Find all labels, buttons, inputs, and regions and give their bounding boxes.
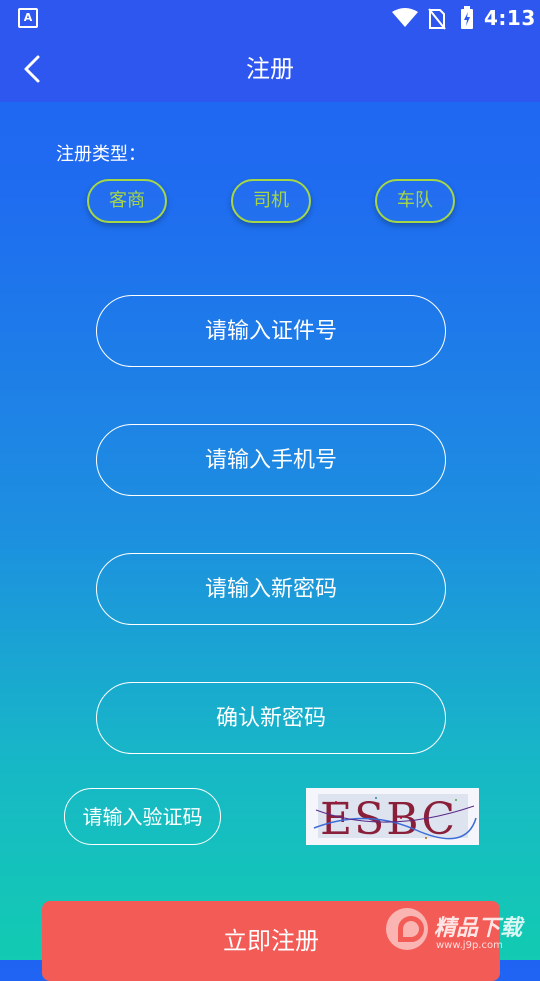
battery-charging-icon — [461, 6, 473, 29]
page-title: 注册 — [246, 55, 294, 83]
captcha-image[interactable]: ESBC — [306, 788, 479, 845]
new-password-input[interactable] — [96, 553, 446, 625]
watermark: 精品下载 www.j9p.com — [386, 902, 538, 958]
type-option-merchant[interactable]: 客商 — [87, 179, 167, 223]
type-option-fleet[interactable]: 车队 — [375, 179, 455, 223]
wifi-icon — [392, 8, 418, 27]
confirm-password-input[interactable] — [96, 682, 446, 754]
app-notification-icon: A — [18, 8, 38, 28]
type-option-driver[interactable]: 司机 — [231, 179, 311, 223]
watermark-text: 精品下载 — [434, 916, 523, 941]
registration-type-label: 注册类型： — [56, 144, 146, 165]
watermark-url: www.j9p.com — [436, 940, 503, 951]
status-bar: A 4:13 — [0, 0, 540, 36]
phone-number-input[interactable] — [96, 424, 446, 496]
watermark-logo-icon — [386, 908, 428, 950]
id-number-input[interactable] — [96, 295, 446, 367]
top-bar: A 4:13 注册 — [0, 0, 540, 102]
header: 注册 — [0, 36, 540, 102]
captcha-graphic: ESBC — [313, 794, 477, 845]
captcha-input[interactable] — [64, 788, 221, 845]
no-sim-icon — [428, 8, 446, 30]
status-time: 4:13 — [484, 6, 536, 30]
